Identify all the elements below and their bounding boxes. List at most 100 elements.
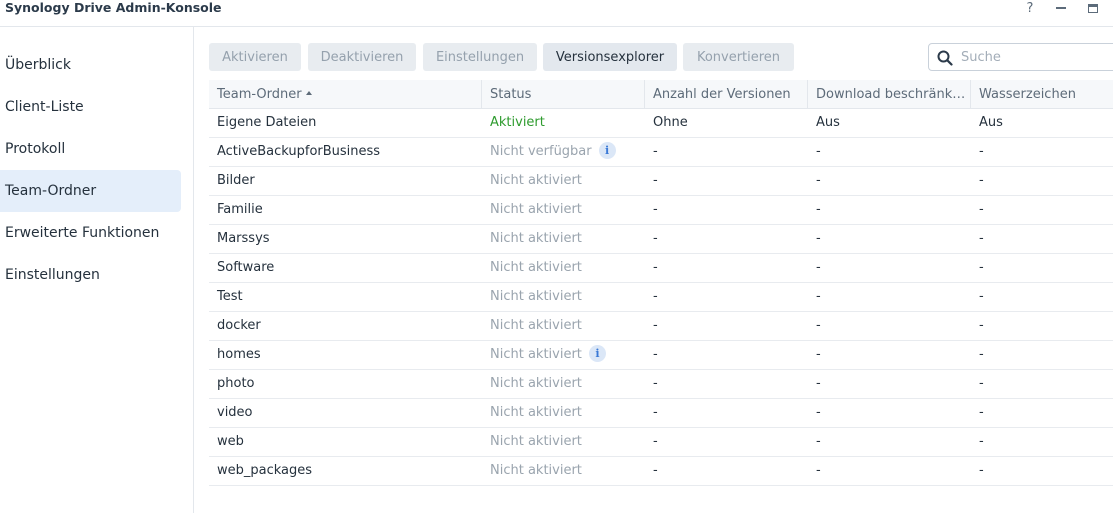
table-header: Team-Ordner Status Anzahl der Versionen … [209, 80, 1113, 109]
deactivate-button[interactable]: Deaktivieren [308, 43, 416, 71]
watermark-cell: - [979, 231, 984, 246]
folder-name-cell: Bilder [217, 173, 255, 188]
column-header-status[interactable]: Status [482, 80, 645, 109]
folder-name-cell: web [217, 434, 244, 449]
column-header-watermark[interactable]: Wasserzeichen [971, 80, 1113, 109]
info-icon[interactable]: i [598, 142, 616, 159]
versions-cell: - [653, 144, 658, 159]
status-cell: Nicht aktiviert [482, 196, 645, 224]
status-text: Nicht aktiviert [490, 347, 582, 362]
status-cell: Nicht aktiviert [482, 167, 645, 195]
table-row[interactable]: Test Nicht aktiviert - - - [209, 283, 1113, 312]
folder-name-cell: Marssys [217, 231, 270, 246]
search-box[interactable] [928, 43, 1113, 71]
watermark-cell: - [979, 463, 984, 478]
status-text: Nicht aktiviert [490, 405, 582, 420]
version-explorer-button[interactable]: Versionsexplorer [543, 43, 677, 71]
column-header-versions[interactable]: Anzahl der Versionen [645, 80, 808, 109]
column-header-label: Team-Ordner [217, 87, 302, 102]
watermark-cell: - [979, 289, 984, 304]
watermark-cell: Aus [979, 115, 1003, 130]
column-header-team-folder[interactable]: Team-Ordner [209, 80, 482, 109]
status-cell: Nicht aktiviert [482, 254, 645, 282]
download-restricted-cell: - [816, 260, 821, 275]
maximize-icon[interactable] [1084, 0, 1102, 16]
column-header-download-restricted[interactable]: Download beschränk… [808, 80, 971, 109]
status-text: Nicht aktiviert [490, 231, 582, 246]
help-icon[interactable]: ? [1021, 0, 1039, 16]
window-title: Synology Drive Admin-Konsole [5, 0, 222, 15]
watermark-cell: - [979, 318, 984, 333]
table-row[interactable]: Familie Nicht aktiviert - - - [209, 196, 1113, 225]
folder-name-cell: photo [217, 376, 255, 391]
watermark-cell: - [979, 434, 984, 449]
watermark-cell: - [979, 376, 984, 391]
table-row[interactable]: Bilder Nicht aktiviert - - - [209, 167, 1113, 196]
activate-button[interactable]: Aktivieren [209, 43, 301, 71]
convert-button[interactable]: Konvertieren [683, 43, 794, 71]
table-row[interactable]: ActiveBackupforBusiness Nicht verfügbar i -… [209, 138, 1113, 167]
status-text: Nicht verfügbar [490, 144, 592, 159]
status-text: Nicht aktiviert [490, 202, 582, 217]
search-input[interactable] [961, 48, 1111, 66]
status-cell: Aktiviert [482, 109, 645, 137]
settings-button[interactable]: Einstellungen [423, 43, 537, 71]
download-restricted-cell: - [816, 202, 821, 217]
status-text: Nicht aktiviert [490, 289, 582, 304]
status-text: Nicht aktiviert [490, 376, 582, 391]
sidebar: Überblick Client-Liste Protokoll Team-Or… [0, 27, 194, 513]
table-row[interactable]: Eigene Dateien Aktiviert Ohne Aus Aus [209, 109, 1113, 138]
status-text: Nicht aktiviert [490, 318, 582, 333]
status-cell: Nicht aktiviert [482, 457, 645, 485]
sidebar-item-overview[interactable]: Überblick [0, 44, 181, 86]
download-restricted-cell: - [816, 347, 821, 362]
download-restricted-cell: - [816, 405, 821, 420]
status-cell: Nicht verfügbar i [482, 138, 645, 166]
title-bar: Synology Drive Admin-Konsole ? [0, 0, 1113, 27]
table-row[interactable]: docker Nicht aktiviert - - - [209, 312, 1113, 341]
minimize-icon[interactable] [1052, 0, 1070, 16]
folder-name-cell: docker [217, 318, 261, 333]
sidebar-item-advanced[interactable]: Erweiterte Funktionen [0, 212, 181, 254]
table-row[interactable]: video Nicht aktiviert - - - [209, 399, 1113, 428]
sidebar-item-client-list[interactable]: Client-Liste [0, 86, 181, 128]
table-row[interactable]: web_packages Nicht aktiviert - - - [209, 457, 1113, 486]
folder-name-cell: ActiveBackupforBusiness [217, 144, 381, 159]
status-cell: Nicht aktiviert [482, 428, 645, 456]
info-icon[interactable]: i [588, 345, 606, 362]
sidebar-item-team-folder[interactable]: Team-Ordner [0, 170, 181, 212]
versions-cell: - [653, 231, 658, 246]
download-restricted-cell: - [816, 289, 821, 304]
table-row[interactable]: homes Nicht aktiviert i - - - [209, 341, 1113, 370]
versions-cell: - [653, 289, 658, 304]
folder-name-cell: video [217, 405, 253, 420]
watermark-cell: - [979, 405, 984, 420]
table-row[interactable]: photo Nicht aktiviert - - - [209, 370, 1113, 399]
status-text: Nicht aktiviert [490, 260, 582, 275]
versions-cell: - [653, 347, 658, 362]
folder-name-cell: Software [217, 260, 275, 275]
versions-cell: - [653, 202, 658, 217]
download-restricted-cell: Aus [816, 115, 840, 130]
versions-cell: - [653, 463, 658, 478]
status-cell: Nicht aktiviert i [482, 341, 645, 369]
sidebar-item-settings[interactable]: Einstellungen [0, 254, 181, 296]
status-cell: Nicht aktiviert [482, 370, 645, 398]
table-row[interactable]: web Nicht aktiviert - - - [209, 428, 1113, 457]
sidebar-item-log[interactable]: Protokoll [0, 128, 181, 170]
status-text: Nicht aktiviert [490, 434, 582, 449]
download-restricted-cell: - [816, 376, 821, 391]
watermark-cell: - [979, 144, 984, 159]
team-folder-table: Team-Ordner Status Anzahl der Versionen … [209, 80, 1113, 486]
status-text: Nicht aktiviert [490, 173, 582, 188]
versions-cell: - [653, 434, 658, 449]
watermark-cell: - [979, 347, 984, 362]
table-row[interactable]: Software Nicht aktiviert - - - [209, 254, 1113, 283]
sort-ascending-icon [305, 91, 312, 95]
watermark-cell: - [979, 173, 984, 188]
versions-cell: Ohne [653, 115, 688, 130]
folder-name-cell: web_packages [217, 463, 313, 478]
download-restricted-cell: - [816, 144, 821, 159]
table-row[interactable]: Marssys Nicht aktiviert - - - [209, 225, 1113, 254]
status-text: Nicht aktiviert [490, 463, 582, 478]
